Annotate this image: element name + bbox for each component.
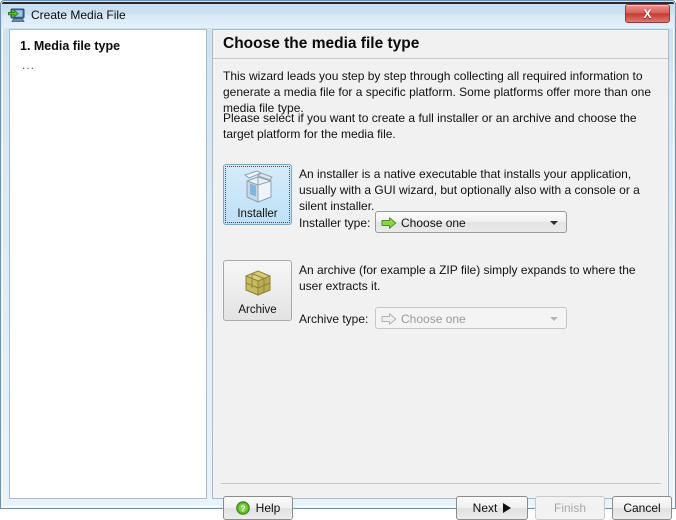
page-title: Choose the media file type [223, 35, 420, 52]
archive-description: An archive (for example a ZIP file) simp… [299, 263, 636, 293]
finish-button-label: Finish [553, 501, 586, 515]
option-tile-archive[interactable]: Archive [223, 260, 292, 321]
installer-type-label: Installer type: [299, 216, 371, 230]
title-bar: Create Media File X [2, 2, 674, 28]
footer-divider [221, 483, 661, 484]
cancel-button[interactable]: Cancel [612, 496, 672, 520]
svg-text:?: ? [240, 503, 245, 513]
intro-paragraph-2: Please select if you want to create a fu… [223, 111, 637, 141]
installer-box-icon [239, 169, 277, 205]
right-triangle-icon [503, 503, 512, 513]
green-arrow-icon [381, 216, 397, 230]
close-button[interactable]: X [625, 4, 670, 23]
option-tile-installer[interactable]: Installer [223, 164, 292, 225]
archive-package-icon [239, 265, 277, 301]
option-tile-archive-label: Archive [238, 304, 277, 316]
sidebar-item-more-steps: ... [22, 58, 36, 72]
archive-type-combobox[interactable]: Choose one [375, 307, 567, 329]
wizard-steps-sidebar: 1. Media file type ... [9, 29, 207, 499]
window-title: Create Media File [31, 8, 126, 22]
gray-arrow-icon [381, 312, 397, 326]
wizard-content-panel: Choose the media file type This wizard l… [212, 29, 672, 520]
intro-paragraph-1: This wizard leads you step by step throu… [223, 69, 651, 115]
archive-type-value: Choose one [401, 312, 466, 326]
cancel-button-label: Cancel [623, 501, 661, 515]
chevron-down-icon [550, 221, 558, 225]
close-icon: X [643, 6, 652, 21]
installer-description: An installer is a native executable that… [299, 167, 640, 213]
media-file-monitor-icon [8, 7, 26, 24]
content-header: Choose the media file type [213, 30, 668, 59]
next-button[interactable]: Next [456, 496, 528, 520]
next-button-label: Next [472, 501, 498, 515]
sidebar-item-media-file-type[interactable]: 1. Media file type [20, 39, 120, 53]
finish-button[interactable]: Finish [535, 496, 605, 520]
installer-type-combobox[interactable]: Choose one [375, 211, 567, 233]
green-question-mark-icon: ? [235, 501, 250, 515]
help-button-label: Help [255, 501, 281, 515]
wizard-window: Create Media File X 1. Media file type .… [0, 0, 676, 520]
help-button[interactable]: ? Help [223, 496, 293, 520]
archive-type-label: Archive type: [299, 312, 369, 326]
chevron-down-icon [550, 317, 558, 321]
option-tile-installer-label: Installer [237, 208, 278, 220]
installer-type-value: Choose one [401, 216, 466, 230]
titlebar-top-edge [2, 2, 674, 4]
